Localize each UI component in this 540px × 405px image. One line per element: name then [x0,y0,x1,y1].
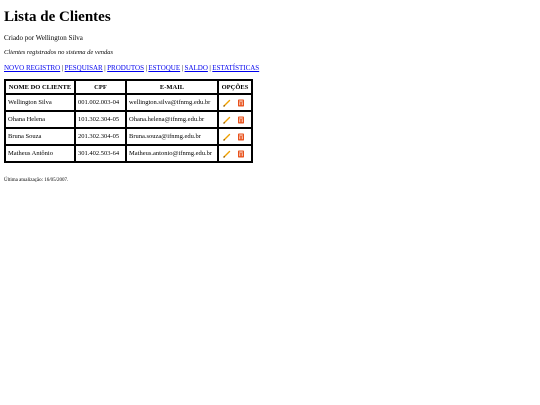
client-cpf: 001.002.003-04 [75,94,126,111]
pencil-icon[interactable] [223,99,231,107]
row-options [218,128,252,145]
client-cpf: 301.402.503-64 [75,145,126,162]
nav-link-saldo[interactable]: SALDO [185,64,208,72]
nav-link-estatisticas[interactable]: ESTATÍSTICAS [212,64,259,72]
last-updated-note: Última atualização: 16/05/2007. [4,178,69,183]
row-options [218,94,252,111]
table-row: Matheus Antônio 301.402.503-64 Matheus.a… [5,145,252,162]
trash-icon[interactable] [237,99,245,107]
column-header-name: NOME DO CLIENTE [5,80,75,94]
client-email: Ohana.helena@ifnmg.edu.br [126,111,218,128]
table-header-row: NOME DO CLIENTE CPF E-MAIL OPÇÕES [5,80,252,94]
clients-table: NOME DO CLIENTE CPF E-MAIL OPÇÕES Wellin… [4,79,253,163]
nav-separator: | [61,64,64,72]
nav-link-pesquisar[interactable]: PESQUISAR [65,64,103,72]
row-options [218,111,252,128]
client-email: Matheus.antonio@ifnmg.edu.br [126,145,218,162]
author-credit: Criado por Wellington Silva [4,34,83,42]
table-row: Wellington Silva 001.002.003-04 wellingt… [5,94,252,111]
client-name: Wellington Silva [5,94,75,111]
nav-link-novo-registro[interactable]: NOVO REGISTRO [4,64,60,72]
client-email: wellington.silva@ifnmg.edu.br [126,94,218,111]
trash-icon[interactable] [237,116,245,124]
nav-separator: | [181,64,184,72]
page-subtitle: Clientes registrados no sistema de venda… [4,49,113,56]
client-cpf: 101.302.304-05 [75,111,126,128]
nav-link-produtos[interactable]: PRODUTOS [107,64,144,72]
nav-separator: | [104,64,106,72]
client-cpf: 201.302.304-05 [75,128,126,145]
pencil-icon[interactable] [223,133,231,141]
nav-link-estoque[interactable]: ESTOQUE [148,64,180,72]
row-options [218,145,252,162]
nav-separator: | [145,64,147,72]
pencil-icon[interactable] [223,116,231,124]
client-email: Bruna.souza@ifnmg.edu.br [126,128,218,145]
nav-separator: | [209,64,211,72]
client-name: Matheus Antônio [5,145,75,162]
pencil-icon[interactable] [223,150,231,158]
client-name: Ohana Helena [5,111,75,128]
table-row: Bruna Souza 201.302.304-05 Bruna.souza@i… [5,128,252,145]
trash-icon[interactable] [237,150,245,158]
table-row: Ohana Helena 101.302.304-05 Ohana.helena… [5,111,252,128]
nav-bar: NOVO REGISTRO | PESQUISAR | PRODUTOS | ESTOQUE… [4,64,540,72]
page-title: Lista de Clientes [4,9,111,25]
column-header-cpf: CPF [75,80,126,94]
client-name: Bruna Souza [5,128,75,145]
column-header-email: E-MAIL [126,80,218,94]
column-header-options: OPÇÕES [218,80,252,94]
page: Lista de Clientes Criado por Wellington … [0,0,540,184]
trash-icon[interactable] [237,133,245,141]
